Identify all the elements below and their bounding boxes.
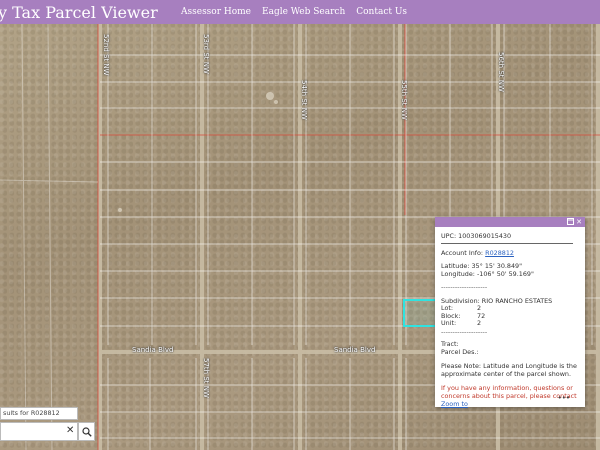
- tract-text: Tract:: [441, 339, 459, 348]
- nav-assessor-home[interactable]: Assessor Home: [181, 7, 251, 17]
- popup-divider: [441, 243, 573, 244]
- app-header: y Tax Parcel Viewer Assessor Home Eagle …: [0, 0, 600, 24]
- close-icon[interactable]: ✕: [575, 218, 583, 226]
- street-label-st6: 57th St NW: [202, 358, 210, 398]
- nav-contact-us[interactable]: Contact Us: [356, 7, 407, 17]
- lat-long-note: Please Note: Latitude and Longitude is t…: [441, 361, 577, 378]
- nav-eagle-web-search[interactable]: Eagle Web Search: [262, 7, 345, 17]
- block-row: Block: 72: [441, 312, 579, 321]
- search-results-header[interactable]: sults for R028812: [0, 407, 78, 420]
- account-info-row: Account Info: R028812: [441, 249, 579, 257]
- street-label-st2: 53rd St NW: [202, 34, 210, 74]
- more-options-icon[interactable]: •••: [558, 394, 570, 402]
- subdivision-text: Subdivision: RIO RANCHO ESTATES: [441, 297, 553, 305]
- upc-text: UPC: 1003069015430: [441, 232, 512, 240]
- parcel-des-text: Parcel Des.:: [441, 347, 479, 356]
- dash-separator-2: --------------------: [441, 327, 488, 336]
- street-label-blvd1: Sandia Blvd: [132, 346, 174, 354]
- app-title: y Tax Parcel Viewer: [0, 2, 158, 22]
- search-button[interactable]: [78, 422, 95, 441]
- street-label-st3: 54th St NW: [300, 80, 308, 120]
- parcel-info-popup: ✕ UPC: 1003069015430 Account Info: R0288…: [435, 217, 585, 408]
- unit-row: Unit: 2: [441, 319, 579, 328]
- street-label-st4: 55th St NW: [400, 80, 408, 120]
- unit-value: 2: [477, 319, 482, 327]
- street-label-st1: 52nd St NW: [102, 34, 110, 76]
- search-icon: [81, 426, 92, 437]
- unit-label: Unit:: [441, 319, 457, 327]
- popup-title-bar: ✕: [435, 217, 585, 227]
- latitude-text: Latitude: 35° 15' 30.849": [441, 262, 523, 270]
- top-nav: Assessor Home Eagle Web Search Contact U…: [181, 0, 418, 24]
- maximize-icon[interactable]: [566, 218, 574, 226]
- street-label-blvd2: Sandia Blvd: [334, 346, 376, 354]
- account-link[interactable]: R028812: [485, 249, 514, 257]
- account-info-label: Account Info:: [441, 249, 486, 257]
- selected-parcel-outline[interactable]: [403, 299, 437, 327]
- clear-search-icon[interactable]: ✕: [66, 426, 74, 436]
- longitude-text: Longitude: -106° 50' 59.169": [441, 270, 534, 278]
- dash-separator: --------------------: [441, 283, 488, 291]
- lot-row: Lot: 2: [441, 304, 579, 313]
- street-label-st5: 56th St NW: [497, 52, 505, 92]
